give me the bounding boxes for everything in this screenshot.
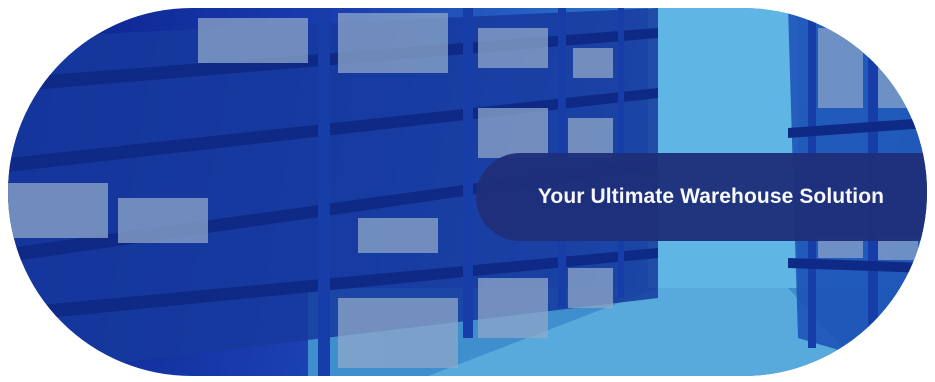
rack-upright [463,8,473,338]
headline-text: Your Ultimate Warehouse Solution [537,185,885,208]
headline-pill: Your Ultimate Warehouse Solution [476,153,927,241]
rack-upright [318,8,330,376]
hero-banner: Your Ultimate Warehouse Solution [8,8,927,376]
